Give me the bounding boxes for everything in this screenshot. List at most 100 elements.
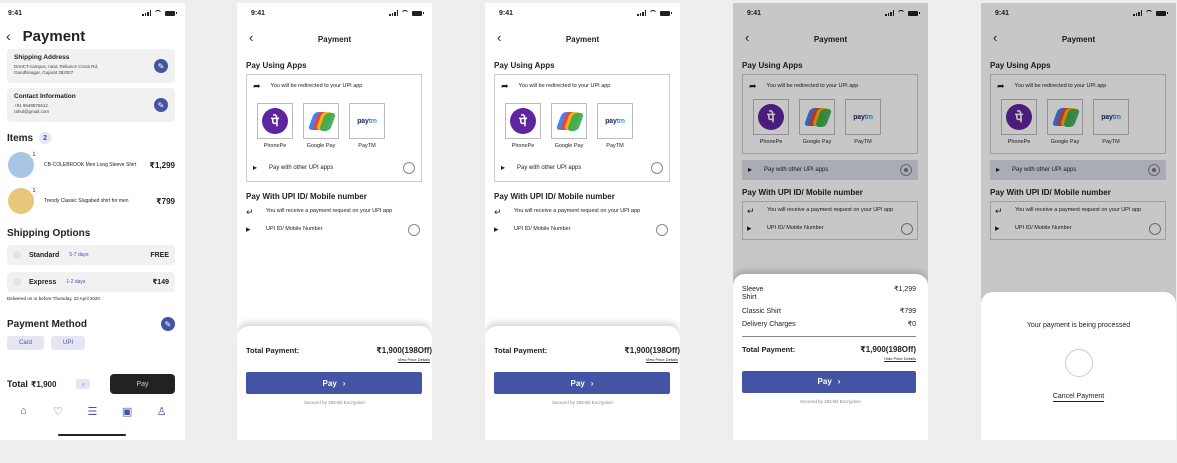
product-price: ₹1,299 — [149, 160, 175, 170]
header: ‹ Payment — [237, 25, 432, 53]
view-price-details-link[interactable]: View Price Details — [237, 357, 432, 362]
chevron-right-icon: › — [590, 378, 594, 388]
breakdown-value: ₹799 — [899, 307, 916, 315]
shipping-option-standard[interactable]: Standard 5-7 days FREE — [7, 245, 175, 265]
cancel-payment-label: Cancel Payment — [1052, 393, 1105, 402]
upi-logo-icon: ▸ — [246, 224, 251, 235]
status-time: 9:41 — [251, 9, 266, 17]
app-googlepay[interactable]: Google Pay — [551, 103, 587, 151]
contact-email: rahul@gmail.com — [14, 109, 50, 115]
divider — [742, 335, 916, 337]
radio-button[interactable] — [13, 251, 21, 259]
redirect-text: You will be redirected to your UPI app — [518, 83, 611, 89]
pay-button[interactable]: Pay › — [246, 372, 422, 394]
radio-button[interactable] — [13, 278, 21, 286]
app-googlepay[interactable]: Google Pay — [303, 103, 339, 151]
app-paytm[interactable]: paytm PayTM — [597, 103, 633, 151]
redirect-arrow-icon: ➦ — [501, 80, 509, 91]
upi-id-row[interactable]: ▸ UPI ID/ Mobile Number — [246, 223, 420, 236]
app-paytm[interactable]: paytm PayTM — [349, 103, 385, 151]
pay-button[interactable]: Pay › — [494, 372, 670, 394]
upi-id-label: UPI ID/ Mobile Number — [514, 225, 571, 232]
cancel-payment-link[interactable]: Cancel Payment — [981, 393, 1176, 402]
upi-id-radio[interactable] — [408, 223, 420, 236]
upi-screen-2: 9:41 ‹ Payment Pay Using Apps ➦ You will … — [485, 3, 680, 440]
pay-label: Pay — [817, 377, 832, 387]
pay-button[interactable]: Pay — [110, 374, 175, 394]
redirect-row: ➦ You will be redirected to your UPI app — [253, 79, 415, 93]
upi-logo-icon: ▸ — [494, 224, 499, 235]
other-upi-radio[interactable] — [651, 161, 663, 174]
app-label: PhonePe — [263, 143, 287, 149]
header: ‹ Payment — [485, 25, 680, 53]
return-arrow-icon: ↵ — [494, 206, 502, 217]
breakdown-value: ₹0 — [907, 321, 916, 329]
upi-id-label: UPI ID/ Mobile Number — [266, 225, 323, 232]
page-title: Payment — [317, 34, 352, 44]
app-label: PayTM — [606, 143, 624, 149]
back-icon[interactable]: ‹ — [6, 28, 11, 44]
method-upi-chip[interactable]: UPI — [51, 336, 86, 350]
upi-id-radio[interactable] — [656, 223, 668, 236]
status-time: 9:41 — [8, 9, 23, 17]
pay-label: Pay — [570, 378, 585, 388]
delivery-note: Delivered on or before Thursday, 23 Apri… — [7, 296, 100, 301]
pay-button[interactable]: Pay › — [742, 370, 916, 393]
processing-text: Your payment is being processed — [1026, 322, 1131, 329]
method-card-chip[interactable]: Card — [7, 336, 45, 350]
upi-id-row[interactable]: ▸ UPI ID/ Mobile Number — [494, 223, 668, 236]
redirect-text: You will be redirected to your UPI app — [270, 83, 363, 89]
wifi-icon — [649, 10, 657, 16]
home-icon[interactable]: ⌂ — [15, 403, 31, 419]
other-upi-apps-row[interactable]: ▸ Pay with other UPI apps — [501, 161, 663, 175]
product-name: Trendy Classic Slugabed shirt for men — [44, 197, 129, 204]
upi-request-row: ↵ You will receive a payment request on y… — [246, 207, 420, 218]
list-icon[interactable]: ☰ — [84, 403, 100, 419]
edit-payment-icon[interactable]: ✎ — [161, 317, 175, 331]
payment-method-heading: Payment Method ✎ — [7, 317, 175, 331]
hide-price-details-link[interactable]: Hide Price Details — [733, 356, 928, 361]
shipping-option-express[interactable]: Express 1-2 days ₹149 — [7, 272, 175, 292]
other-upi-apps-row[interactable]: ▸ Pay with other UPI apps — [253, 161, 415, 175]
quantity-badge: 1 — [30, 151, 38, 159]
breakdown-label: Classic Shirt — [742, 307, 781, 315]
shipping-option-price: ₹149 — [152, 279, 169, 286]
app-label: Google Pay — [554, 143, 584, 149]
price-details-sheet: Sleeve Shirt ₹1,299 Classic Shirt ₹799 Del… — [733, 274, 928, 440]
items-count-badge: 2 — [39, 132, 52, 144]
shipping-option-name: Standard — [29, 251, 60, 259]
total-value: ₹1,900 — [30, 379, 57, 389]
product-name: CB-COLEBROOK Men Long Sleeve Shirt — [44, 161, 137, 168]
breakdown-row: Sleeve Shirt ₹1,299 — [733, 286, 928, 303]
home-indicator — [58, 434, 126, 436]
shipping-option-name: Express — [29, 278, 57, 286]
tab-bar: ⌂ ♡ ☰ ▣ ♙ — [0, 403, 185, 419]
profile-icon[interactable]: ♙ — [154, 403, 170, 419]
total-row: Total Payment: ₹1,900(198Off) — [733, 345, 928, 354]
back-icon[interactable]: ‹ — [497, 30, 501, 45]
signal-icon — [637, 10, 646, 16]
view-price-details-link[interactable]: View Price Details — [485, 357, 680, 362]
upi-id-heading: Pay With UPI ID/ Mobile number — [494, 191, 615, 201]
coupon-icon[interactable]: ≡ — [76, 379, 91, 389]
chevron-right-icon: › — [342, 378, 346, 388]
heart-icon[interactable]: ♡ — [50, 403, 66, 419]
chevron-right-icon: › — [837, 377, 841, 387]
upi-screen-1: 9:41 ‹ Payment Pay Using Apps ➦ You will … — [237, 3, 432, 440]
signal-icon — [142, 10, 151, 16]
redirect-row: ➦ You will be redirected to your UPI app — [501, 79, 663, 93]
app-phonepe[interactable]: पे PhonePe — [505, 103, 541, 151]
status-time: 9:41 — [499, 9, 514, 17]
list-item[interactable]: 1 Trendy Classic Slugabed shirt for men … — [8, 186, 175, 216]
edit-contact-icon[interactable]: ✎ — [154, 98, 168, 112]
edit-address-icon[interactable]: ✎ — [154, 59, 168, 73]
quantity-badge: 1 — [30, 187, 38, 195]
bag-icon[interactable]: ▣ — [119, 403, 135, 419]
other-upi-radio[interactable] — [403, 161, 415, 174]
signal-icon — [389, 10, 398, 16]
back-icon[interactable]: ‹ — [249, 30, 253, 45]
payment-method-label: Payment Method — [7, 318, 88, 330]
app-phonepe[interactable]: पे PhonePe — [257, 103, 293, 151]
items-heading: Items 2 — [7, 132, 185, 144]
list-item[interactable]: 1 CB-COLEBROOK Men Long Sleeve Shirt ₹1,… — [8, 150, 175, 180]
